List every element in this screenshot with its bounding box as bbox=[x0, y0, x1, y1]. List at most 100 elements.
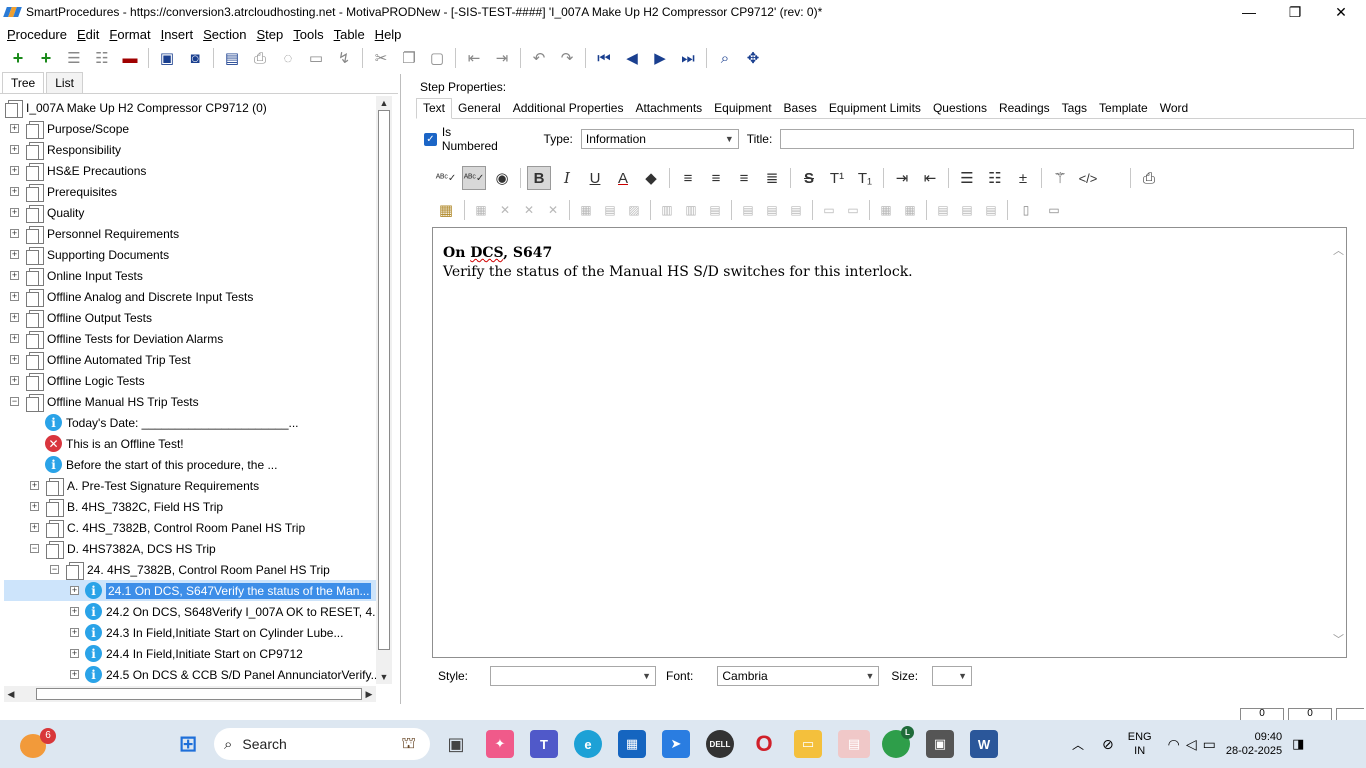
tree-root[interactable]: I_007A Make Up H2 Compressor CP9712 (0) bbox=[4, 97, 376, 118]
magic-wand-icon[interactable]: ⚚ bbox=[1048, 166, 1072, 190]
smartprocedures-taskbar-icon[interactable]: ▤ bbox=[838, 730, 870, 758]
export-icon[interactable]: ▤ bbox=[221, 47, 243, 69]
expand-icon[interactable]: + bbox=[10, 208, 19, 217]
scroll-thumb[interactable] bbox=[36, 688, 362, 700]
menu-section[interactable]: Section bbox=[198, 27, 251, 42]
tree-item[interactable]: + C. 4HS_7382B, Control Room Panel HS Tri… bbox=[4, 517, 376, 538]
previous-step-icon[interactable]: ◀ bbox=[621, 47, 643, 69]
show-hidden-icons-icon[interactable]: ︿ bbox=[1072, 736, 1084, 753]
weather-widget[interactable]: 6 bbox=[18, 728, 56, 760]
tab-tags[interactable]: Tags bbox=[1056, 99, 1093, 118]
menu-tools[interactable]: Tools bbox=[288, 27, 328, 42]
copy-icon[interactable]: ❐ bbox=[398, 47, 420, 69]
cut-icon[interactable]: ✂ bbox=[370, 47, 392, 69]
print-icon[interactable]: ⎙ bbox=[249, 47, 271, 69]
html-source-icon[interactable]: </> bbox=[1076, 166, 1100, 190]
underline-icon[interactable]: U bbox=[583, 166, 607, 190]
last-step-icon[interactable]: ⏭ bbox=[677, 47, 699, 69]
size-select[interactable]: ▼ bbox=[932, 666, 973, 686]
tree-item[interactable]: + A. Pre-Test Signature Requirements bbox=[4, 475, 376, 496]
tab-bases[interactable]: Bases bbox=[778, 99, 823, 118]
volume-icon[interactable]: ◁ bbox=[1186, 736, 1197, 753]
network-status-icon[interactable]: ⊘ bbox=[1102, 736, 1114, 753]
list-icon[interactable]: ☰ bbox=[63, 47, 85, 69]
scroll-left-icon[interactable]: ◀ bbox=[4, 686, 18, 702]
insert-table-icon[interactable]: ▦ bbox=[434, 198, 458, 222]
tree-item[interactable]: + i 24.1 On DCS, S647Verify the status of … bbox=[4, 580, 376, 601]
expand-icon[interactable]: + bbox=[10, 145, 19, 154]
title-input[interactable] bbox=[780, 129, 1354, 149]
tree-item[interactable]: i Today's Date: ______________________... bbox=[4, 412, 376, 433]
opera-icon[interactable]: O bbox=[750, 730, 778, 758]
superscript-icon[interactable]: T¹ bbox=[825, 166, 849, 190]
tree-vertical-scrollbar[interactable]: ▲ ▼ bbox=[376, 96, 392, 684]
maximize-button[interactable]: ❐ bbox=[1272, 0, 1318, 24]
tree-item[interactable]: + Offline Tests for Deviation Alarms bbox=[4, 328, 376, 349]
tree-item[interactable]: + i 24.4 In Field,Initiate Start on CP9712 bbox=[4, 643, 376, 664]
tree-item[interactable]: − 24. 4HS_7382B, Control Room Panel HS Tr… bbox=[4, 559, 376, 580]
task-view-icon[interactable]: ▣ bbox=[442, 730, 470, 758]
editor-content[interactable]: On DCS, S647 Verify the status of the Ma… bbox=[443, 244, 913, 282]
minimize-button[interactable]: — bbox=[1226, 0, 1272, 24]
expand-icon[interactable]: + bbox=[30, 523, 39, 532]
highlight-icon[interactable]: ◆ bbox=[639, 166, 663, 190]
copilot-icon[interactable]: ✦ bbox=[486, 730, 514, 758]
subscript-icon[interactable]: T₁ bbox=[853, 166, 877, 190]
scroll-up-icon[interactable]: ▲ bbox=[376, 96, 392, 110]
font-select[interactable]: Cambria ▼ bbox=[717, 666, 880, 686]
collapse-icon[interactable]: − bbox=[50, 565, 59, 574]
tab-tree[interactable]: Tree bbox=[2, 72, 45, 93]
menu-procedure[interactable]: Procedure bbox=[2, 27, 72, 42]
step-text-editor[interactable]: On DCS, S647 Verify the status of the Ma… bbox=[432, 227, 1347, 658]
tab-attachments[interactable]: Attachments bbox=[629, 99, 708, 118]
menu-insert[interactable]: Insert bbox=[156, 27, 199, 42]
expand-icon[interactable]: + bbox=[10, 376, 19, 385]
collapse-icon[interactable]: − bbox=[30, 544, 39, 553]
numbered-list-icon[interactable]: ☷ bbox=[983, 166, 1007, 190]
tab-list[interactable]: List bbox=[46, 72, 83, 93]
tab-word[interactable]: Word bbox=[1154, 99, 1194, 118]
editor-scroll-down-icon[interactable]: ﹀ bbox=[1333, 631, 1344, 647]
tree-item[interactable]: + Purpose/Scope bbox=[4, 118, 376, 139]
expand-icon[interactable]: + bbox=[10, 355, 19, 364]
expand-icon[interactable]: + bbox=[10, 334, 19, 343]
tree-item[interactable]: + Responsibility bbox=[4, 139, 376, 160]
align-left-icon[interactable]: ≡ bbox=[676, 166, 700, 190]
undo-icon[interactable]: ↶ bbox=[528, 47, 550, 69]
tree-item[interactable]: i Before the start of this procedure, the… bbox=[4, 454, 376, 475]
strikethrough-icon[interactable]: S bbox=[797, 166, 821, 190]
auto-spellcheck-icon[interactable]: ᴬᴮᶜ✓ bbox=[462, 166, 486, 190]
procedure-tree[interactable]: I_007A Make Up H2 Compressor CP9712 (0) … bbox=[4, 96, 376, 684]
word-icon[interactable]: W bbox=[970, 730, 998, 758]
expand-icon[interactable]: + bbox=[10, 271, 19, 280]
tab-readings[interactable]: Readings bbox=[993, 99, 1056, 118]
expand-icon[interactable]: + bbox=[70, 586, 79, 595]
scroll-right-icon[interactable]: ▶ bbox=[362, 686, 376, 702]
tab-questions[interactable]: Questions bbox=[927, 99, 993, 118]
expand-icon[interactable]: + bbox=[10, 187, 19, 196]
expand-icon[interactable]: + bbox=[70, 649, 79, 658]
teams-icon[interactable]: T bbox=[530, 730, 558, 758]
tab-text[interactable]: Text bbox=[416, 98, 453, 119]
tree-item[interactable]: + Online Input Tests bbox=[4, 265, 376, 286]
delete-icon[interactable]: ▬ bbox=[119, 47, 141, 69]
expand-icon[interactable]: + bbox=[30, 502, 39, 511]
power-automate-icon[interactable]: ➤ bbox=[662, 730, 690, 758]
style-select[interactable]: ▼ bbox=[490, 666, 657, 686]
tree-item[interactable]: + B. 4HS_7382C, Field HS Trip bbox=[4, 496, 376, 517]
menu-edit[interactable]: Edit bbox=[72, 27, 104, 42]
tree-item[interactable]: + i 24.3 In Field,Initiate Start on Cylind… bbox=[4, 622, 376, 643]
tree-item[interactable]: + HS&E Precautions bbox=[4, 160, 376, 181]
tree-item[interactable]: + Offline Logic Tests bbox=[4, 370, 376, 391]
expand-icon[interactable]: + bbox=[10, 124, 19, 133]
chrome-icon[interactable]: L bbox=[882, 726, 914, 758]
collapse-icon[interactable]: − bbox=[10, 397, 19, 406]
tab-general[interactable]: General bbox=[452, 99, 507, 118]
store-icon[interactable]: ▦ bbox=[618, 730, 646, 758]
tree-item[interactable]: + Offline Analog and Discrete Input Tests bbox=[4, 286, 376, 307]
bold-icon[interactable]: B bbox=[527, 166, 551, 190]
tab-equipment-limits[interactable]: Equipment Limits bbox=[823, 99, 927, 118]
insert-symbol-icon[interactable]: ± bbox=[1011, 166, 1035, 190]
tab-additional-properties[interactable]: Additional Properties bbox=[507, 99, 630, 118]
menu-help[interactable]: Help bbox=[370, 27, 407, 42]
